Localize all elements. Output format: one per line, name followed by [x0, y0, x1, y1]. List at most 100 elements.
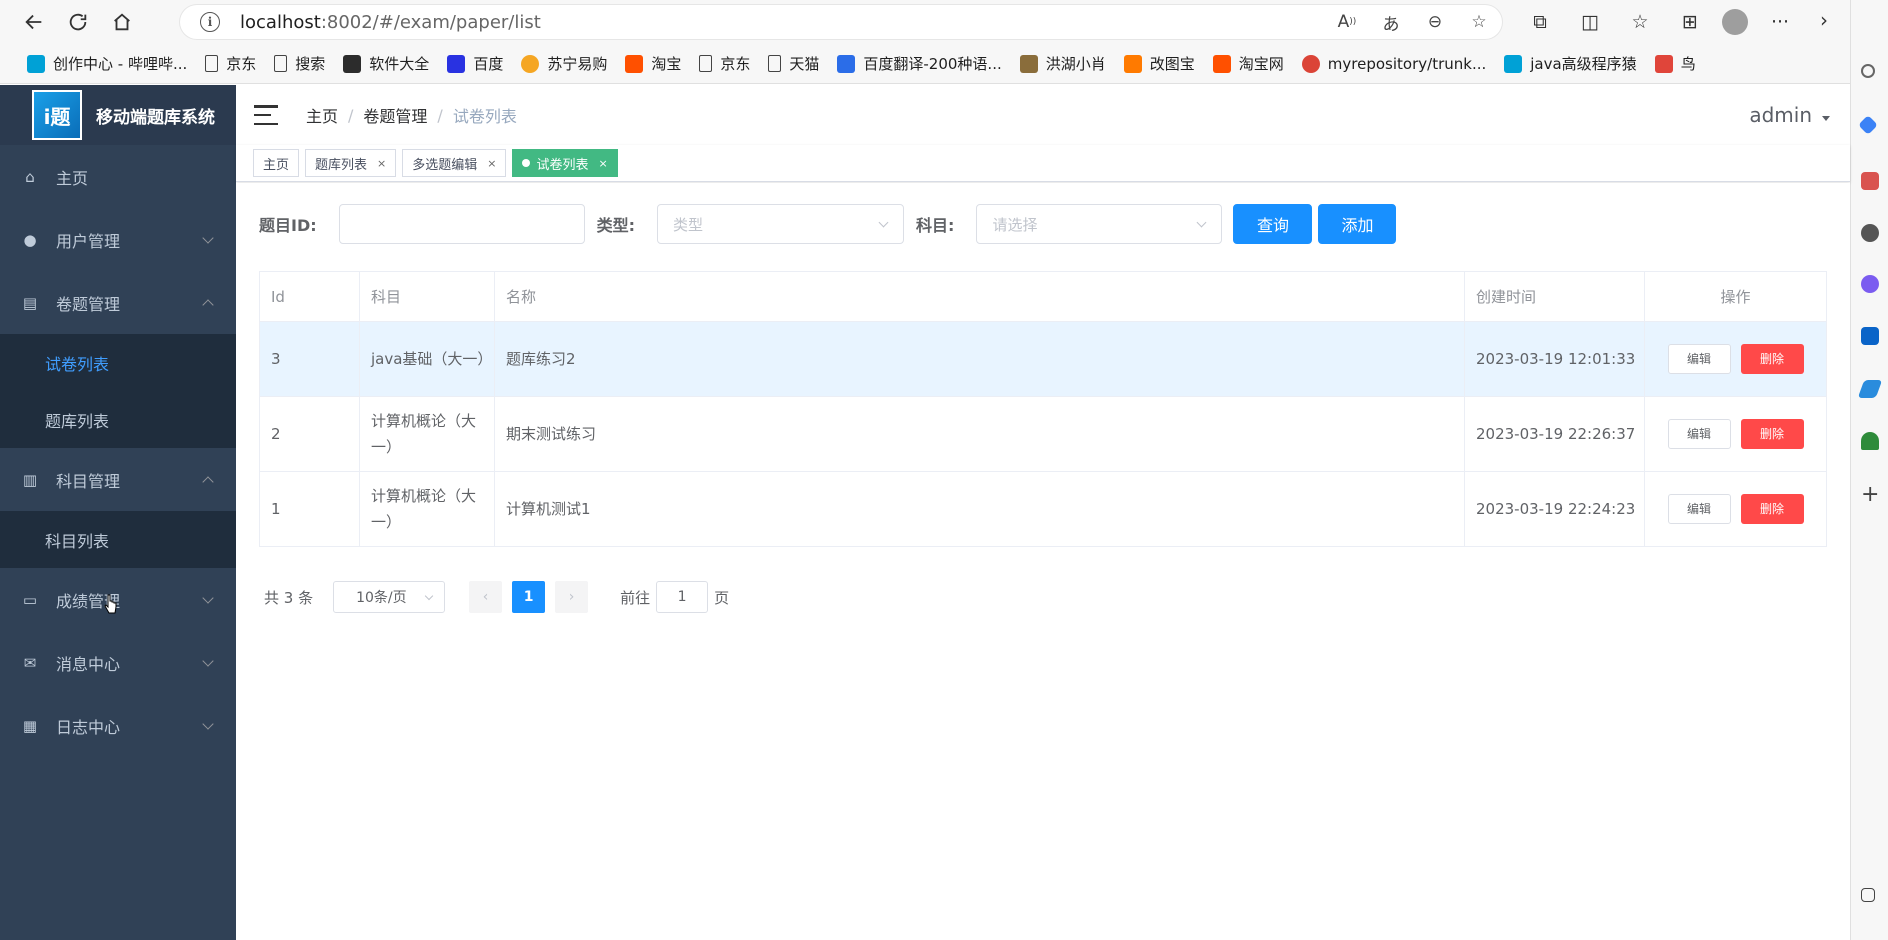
cell-id: 3 [259, 321, 360, 397]
back-button[interactable] [12, 0, 56, 44]
query-button[interactable]: 查询 [1233, 204, 1313, 244]
table-row[interactable]: 2 计算机概论（大一） 期末测试练习 2023-03-19 22:26:37 编辑 删除 [259, 396, 1827, 472]
sidebar-item-paper-list[interactable]: 试卷列表 [0, 334, 236, 391]
info-icon[interactable]: i [200, 12, 220, 32]
sidebar-item-log-center[interactable]: ▦ 日志中心 [0, 694, 236, 757]
chevron-up-icon [202, 476, 214, 488]
bookmark-item[interactable]: 鸟 [1646, 50, 1705, 78]
delete-button[interactable]: 删除 [1740, 419, 1804, 449]
close-icon[interactable]: × [599, 157, 608, 170]
mouse-pointer-icon [104, 594, 117, 614]
bookmark-item[interactable]: 淘宝网 [1204, 50, 1293, 78]
chevron-down-icon [878, 217, 889, 228]
edit-button[interactable]: 编辑 [1667, 419, 1731, 449]
address-bar[interactable]: i localhost:8002/#/exam/paper/list A)) あ… [180, 5, 1502, 39]
tag-item[interactable]: 主页 [253, 149, 300, 177]
close-icon[interactable]: × [487, 157, 496, 170]
page-number-current[interactable]: 1 [512, 581, 546, 613]
sidebar-item-subject-mgmt[interactable]: ▥ 科目管理 [0, 448, 236, 511]
bookmark-item[interactable]: 搜索 [265, 50, 334, 78]
bookmark-item[interactable]: 洪湖小肖 [1011, 50, 1115, 78]
favorites-icon[interactable]: ☆ [1622, 4, 1658, 40]
question-id-input[interactable] [338, 204, 585, 244]
breadcrumb-item-home[interactable]: 主页 [306, 103, 338, 127]
submenu-paper-mgmt: 试卷列表 题库列表 [0, 334, 236, 448]
sidebar-item-paper-mgmt[interactable]: ▤ 卷题管理 [0, 271, 236, 334]
sidebar-item-user-mgmt[interactable]: ● 用户管理 [0, 208, 236, 271]
breadcrumb-item-paper-mgmt[interactable]: 卷题管理 [363, 103, 427, 127]
read-aloud-icon[interactable]: A)) [1334, 9, 1360, 35]
bookmarks-overflow-chevron-icon[interactable]: › [1810, 6, 1838, 34]
edit-button[interactable]: 编辑 [1667, 494, 1731, 524]
bookmark-item[interactable]: 苏宁易购 [512, 50, 616, 78]
bookmark-item[interactable]: 天猫 [759, 50, 828, 78]
sidebar-item-score-mgmt[interactable]: ▭ 成绩管理 [0, 568, 236, 631]
column-header-id[interactable]: Id [259, 271, 360, 322]
favorite-add-icon[interactable]: ☆ [1466, 9, 1492, 35]
delete-button[interactable]: 删除 [1740, 494, 1804, 524]
column-header-created[interactable]: 创建时间 [1464, 271, 1645, 322]
delete-button[interactable]: 删除 [1740, 344, 1804, 374]
sidebar-item-subject-list[interactable]: 科目列表 [0, 511, 236, 568]
chevron-down-icon [202, 592, 214, 604]
table-row[interactable]: 1 计算机概论（大一） 计算机测试1 2023-03-19 22:24:23 编辑 删除 [259, 471, 1827, 547]
sidebar-item-question-list[interactable]: 题库列表 [0, 391, 236, 448]
next-page-button[interactable]: › [555, 581, 589, 613]
send-icon[interactable] [1857, 380, 1883, 398]
split-screen-icon[interactable]: ◫ [1572, 4, 1608, 40]
caret-down-icon [1822, 115, 1830, 121]
tag-item[interactable]: 题库列表 × [305, 149, 397, 177]
url-text[interactable]: localhost:8002/#/exam/paper/list [240, 12, 541, 33]
column-header-subject[interactable]: 科目 [359, 271, 495, 322]
tag-item[interactable]: 多选题编辑 × [402, 149, 507, 177]
bookmark-item[interactable]: 京东 [196, 50, 265, 78]
tag-item[interactable]: 试卷列表 × [512, 149, 618, 177]
user-dropdown[interactable]: admin [1749, 103, 1830, 127]
close-icon[interactable]: × [377, 157, 386, 170]
search-icon[interactable] [1861, 64, 1875, 78]
sidebar-item-message-center[interactable]: ✉ 消息中心 [0, 631, 236, 694]
add-icon[interactable]: + [1861, 484, 1879, 506]
sidebar-item-home[interactable]: ⌂ 主页 [0, 145, 236, 208]
browser-toolbar: i localhost:8002/#/exam/paper/list A)) あ… [0, 0, 1850, 44]
bookmark-item[interactable]: 京东 [690, 50, 759, 78]
cell-id: 2 [259, 396, 360, 472]
collections-icon[interactable]: ⊞ [1672, 4, 1708, 40]
hamburger-menu-icon[interactable] [254, 105, 278, 125]
bookmark-item[interactable]: 改图宝 [1115, 50, 1204, 78]
bookmark-item[interactable]: 淘宝 [616, 50, 690, 78]
table-row[interactable]: 3 java基础（大一） 题库练习2 2023-03-19 12:01:33 编辑 删除 [259, 321, 1827, 397]
shopping-tag-icon[interactable] [1858, 115, 1878, 135]
translate-icon[interactable]: あ [1378, 9, 1404, 35]
outlook-icon[interactable] [1861, 327, 1879, 345]
sidebar-toggle-icon[interactable] [1861, 888, 1875, 902]
games-icon[interactable] [1861, 224, 1879, 242]
more-menu-icon[interactable]: ··· [1762, 4, 1798, 40]
goto-page-input[interactable]: 1 [656, 581, 709, 613]
extensions-icon[interactable]: ⧉ [1522, 4, 1558, 40]
bookmark-item[interactable]: 百度翻译-200种语... [828, 50, 1010, 78]
app-logo[interactable]: i题 移动端题库系统 [0, 85, 236, 145]
zoom-out-icon[interactable]: ⊖ [1422, 9, 1448, 35]
profile-avatar[interactable] [1722, 9, 1748, 35]
breadcrumb: 主页 / 卷题管理 / 试卷列表 [306, 103, 517, 127]
edit-button[interactable]: 编辑 [1667, 344, 1731, 374]
bookmark-item[interactable]: myrepository/trunk... [1293, 50, 1495, 78]
toolbox-icon[interactable] [1861, 172, 1879, 190]
page-size-select[interactable]: 10条/页 [333, 581, 446, 613]
home-button[interactable] [100, 0, 144, 44]
prev-page-button[interactable]: ‹ [469, 581, 503, 613]
bookmark-item[interactable]: 创作中心 - 哔哩哔... [18, 50, 196, 78]
bookmark-item[interactable]: java高级程序猿 [1495, 50, 1645, 78]
column-header-name[interactable]: 名称 [494, 271, 1465, 322]
chevron-left-icon: ‹ [482, 589, 489, 605]
copilot-icon[interactable] [1861, 275, 1879, 293]
add-button[interactable]: 添加 [1318, 204, 1397, 244]
bookmark-item[interactable]: 软件大全 [334, 50, 438, 78]
tree-icon[interactable] [1861, 432, 1879, 450]
active-dot-icon [522, 159, 531, 167]
bookmark-item[interactable]: 百度 [438, 50, 512, 78]
refresh-button[interactable] [56, 0, 100, 44]
type-select[interactable]: 类型 [657, 204, 905, 244]
subject-select[interactable]: 请选择 [976, 204, 1223, 244]
